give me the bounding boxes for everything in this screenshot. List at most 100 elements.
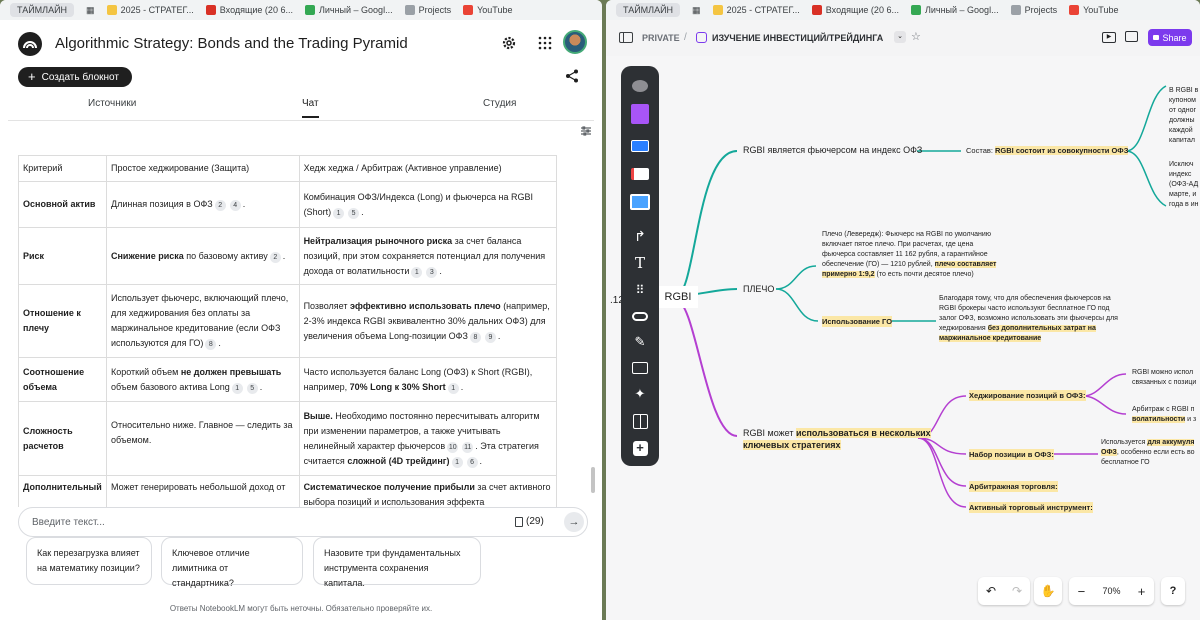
bookmark-gmail[interactable]: Входящие (20 6... [205,5,293,15]
citation-chip[interactable]: 1 [411,266,423,278]
send-arrow-icon[interactable]: → [564,512,584,532]
bookmark-strategy[interactable]: 2025 - СТРАТЕГ... [712,5,800,15]
chat-input[interactable]: Введите текст... (29) → [18,507,588,537]
mindmap-node-arbitrage[interactable]: Арбитражная торговля: [969,481,1058,492]
share-label: Share [1162,32,1187,43]
apps-grid-icon[interactable]: ▦ [86,5,95,16]
ai-sparkle-icon[interactable]: ✦ [628,384,652,404]
connector-arrow-icon[interactable]: ↱ [628,226,652,246]
link-icon[interactable] [628,306,652,326]
suggestion-chip[interactable]: Как перезагрузка влияет на математику по… [26,537,152,585]
citation-chip[interactable]: 10 [447,441,459,453]
redo-icon[interactable]: ↷ [1012,584,1022,598]
tab-studio[interactable]: Студия [483,98,516,109]
template-icon[interactable] [628,192,652,212]
notebooklm-logo-icon[interactable] [18,32,42,56]
citation-chip[interactable]: 8 [205,339,217,350]
comments-icon[interactable] [1125,31,1138,42]
add-more-icon[interactable]: + [628,438,652,458]
settings-gear-icon[interactable] [501,35,517,51]
share-button[interactable]: Share [1148,29,1192,46]
help-icon[interactable]: ? [1170,585,1177,597]
criterion-cell: Отношение к плечу [18,284,107,358]
citation-chip[interactable]: 5 [348,207,360,219]
note-line: (то есть почти десятое плечо) [874,271,974,278]
citation-chip[interactable]: 11 [462,441,474,453]
bookmark-youtube[interactable]: YouTube [1069,5,1118,15]
plus-icon: + [28,69,36,84]
sticky-note-icon[interactable] [628,104,652,124]
hand-icon[interactable]: ✋ [1041,584,1056,598]
bookmark-drive[interactable]: Личный – Googl... [910,5,999,15]
citation-chip[interactable]: 1 [447,382,459,394]
board-title[interactable]: ИЗУЧЕНИЕ ИНВЕСТИЦИЙ/ТРЕЙДИНГА [712,33,883,43]
citation-chip[interactable]: 9 [484,331,496,343]
suggestion-chip[interactable]: Ключевое отличие лимитника от стандартни… [161,537,303,588]
mindmap-node-hedging[interactable]: Хеджирование позиций в ОФЗ: [969,390,1086,401]
mindmap-node-b1-sub[interactable]: Состав: RGBI состоит из совокупности ОФЗ [966,145,1129,156]
sidebar-toggle-icon[interactable] [619,32,633,43]
comparison-table: Критерий Простое хеджирование (Защита) Х… [18,155,558,507]
bookmark-timeline[interactable]: ТАЙМЛАЙН [616,3,681,17]
apps-grid-icon[interactable]: ▦ [692,5,701,16]
bookmark-label: YouTube [1083,5,1119,15]
present-icon[interactable]: ▶ [1102,32,1116,43]
suggestion-chip[interactable]: Назовите три фундаментальных инструмента… [313,537,481,588]
tab-chat[interactable]: Чат [302,98,319,118]
notebook-title[interactable]: Algorithmic Strategy: Bonds and the Trad… [55,35,408,52]
citation-chip[interactable]: 5 [246,382,258,394]
bookmark-drive[interactable]: Личный – Googl... [304,5,393,15]
chat-scrollbar[interactable] [591,467,595,493]
zoom-level[interactable]: 70% [1102,586,1120,596]
tab-sources[interactable]: Источники [88,98,136,109]
citation-chip[interactable]: 2 [214,200,226,211]
sources-count[interactable]: (29) [515,516,544,527]
table-header-row: Критерий Простое хеджирование (Защита) Х… [18,155,558,182]
bookmark-strategy[interactable]: 2025 - СТРАТЕГ... [106,5,194,15]
mindmap-node-b2[interactable]: ПЛЕЧО [743,284,774,295]
bookmark-timeline[interactable]: ТАЙМЛАЙН [10,3,75,17]
mindmap-root-node[interactable]: RGBI [658,286,698,308]
strategy-favicon [712,5,723,15]
citation-chip[interactable]: 8 [469,331,481,343]
create-notebook-button[interactable]: + Создать блокнот [18,67,132,87]
citation-chip[interactable]: 1 [231,382,243,394]
layout-icon[interactable] [628,411,652,431]
mindmap-node-active-tool[interactable]: Активный торговый инструмент: [969,502,1093,513]
mindmap-node-go[interactable]: Использование ГО [822,316,893,327]
bookmark-gmail[interactable]: Входящие (20 6... [811,5,899,15]
citation-chip[interactable]: 3 [426,266,438,278]
mindmap-node-position[interactable]: Набор позиции в ОФЗ: [969,449,1054,460]
bookmarks-bar: ТАЙМЛАЙН ▦ 2025 - СТРАТЕГ... Входящие (2… [0,0,602,20]
citation-chip[interactable]: 1 [333,207,345,219]
bookmark-youtube[interactable]: YouTube [463,5,512,15]
cell-bold-text: Систематическое получение прибыли [303,482,475,492]
user-avatar[interactable] [563,30,587,54]
share-icon[interactable] [565,69,579,83]
grid-dots-icon[interactable]: ⠿ [628,280,652,300]
undo-icon[interactable]: ↶ [986,584,996,598]
mindmap-node-b1[interactable]: RGBI является фьючерсом на индекс ОФЗ [743,145,922,156]
pen-icon[interactable]: ✎ [628,332,652,352]
text-card-icon[interactable] [628,164,652,184]
citation-chip[interactable]: 4 [229,200,241,211]
board-canvas[interactable]: .12 RGBI RGBI является фьючерсом на инде… [606,56,1200,620]
zoom-out-icon[interactable]: − [1078,584,1086,599]
bookmark-projects[interactable]: Projects [1010,5,1057,15]
citation-chip[interactable]: 6 [466,456,478,468]
card-icon[interactable] [628,136,652,156]
star-icon[interactable]: ☆ [911,30,921,43]
citation-chip[interactable]: 1 [451,456,463,468]
citation-chip[interactable]: 2 [269,251,281,263]
node-highlight: ОФЗ [1101,449,1117,456]
sticker-shapes-icon[interactable] [628,76,652,96]
frame-icon[interactable] [628,358,652,378]
zoom-in-icon[interactable]: + [1138,584,1146,599]
tune-settings-icon[interactable] [580,125,592,137]
chevron-down-icon[interactable]: ⌄ [894,31,906,43]
cell-bold-text: Нейтрализация рыночного риска [303,235,453,246]
bookmark-projects[interactable]: Projects [404,5,451,15]
text-tool-icon[interactable]: T [628,253,652,273]
apps-grid-icon[interactable] [538,36,552,50]
mindmap-node-b3[interactable]: RGBI может использоваться в нескольких к… [743,427,931,451]
